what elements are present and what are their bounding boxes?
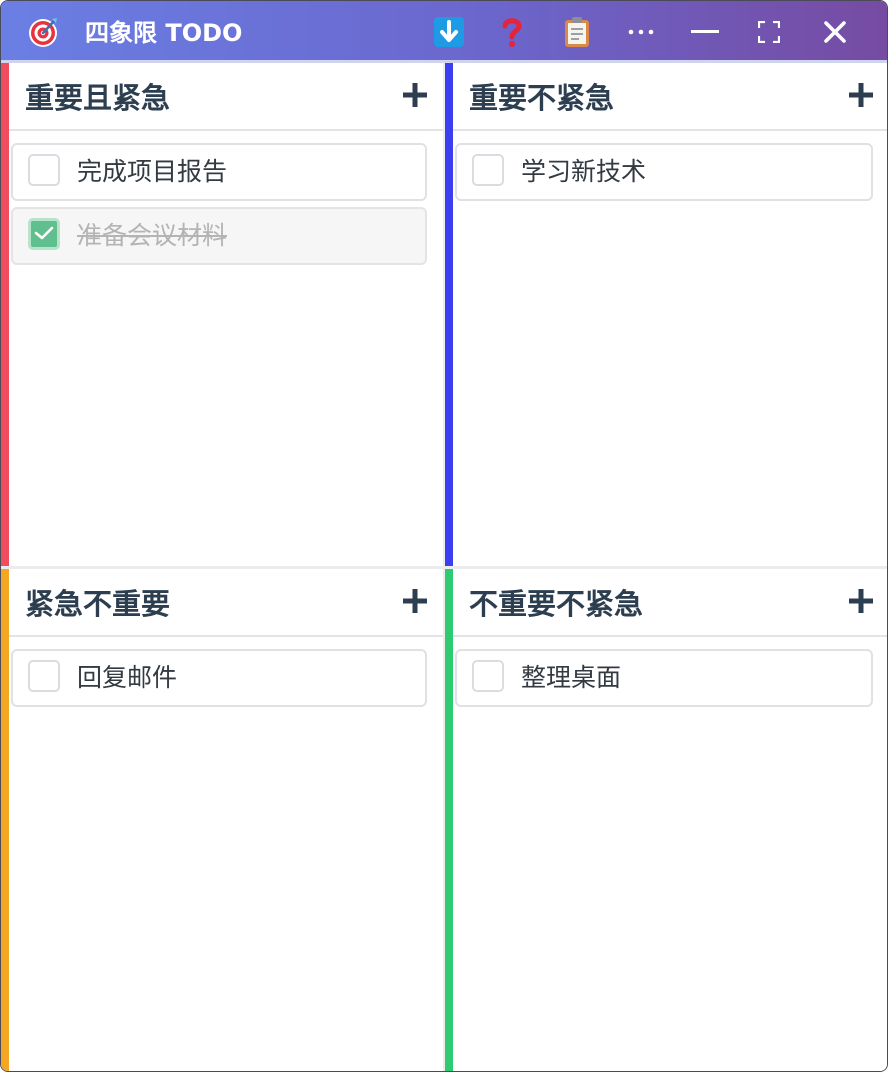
close-icon: [823, 20, 847, 44]
window-title: 四象限 TODO: [85, 19, 243, 47]
task-list: 整理桌面: [453, 649, 887, 713]
more-icon: [628, 28, 654, 36]
question-icon: [499, 16, 525, 48]
minimize-icon: [691, 30, 719, 34]
task-checkbox[interactable]: [472, 660, 504, 692]
quadrant-urgent-not-important: 紧急不重要 回复邮件: [1, 569, 443, 1071]
quadrant-title: 不重要不紧急: [469, 587, 644, 621]
quadrant-grid: 重要且紧急 完成项目报告 准备会议材料 重要不紧急 学习新技术 紧急不重要 回复…: [1, 63, 887, 1071]
download-icon: [433, 16, 465, 48]
task-list: 学习新技术: [453, 143, 887, 207]
quadrant-header: 不重要不紧急: [453, 569, 887, 637]
clipboard-button[interactable]: [560, 15, 594, 49]
quadrant-not-urgent-not-important: 不重要不紧急 整理桌面: [445, 569, 887, 1071]
title-bar[interactable]: 四象限 TODO: [1, 1, 887, 63]
task-item[interactable]: 学习新技术: [455, 143, 873, 201]
task-item[interactable]: 整理桌面: [455, 649, 873, 707]
quadrant-important-not-urgent: 重要不紧急 学习新技术: [445, 63, 887, 566]
check-icon: [34, 226, 54, 240]
quadrant-title: 重要不紧急: [469, 81, 615, 115]
task-text: 学习新技术: [521, 157, 647, 186]
fullscreen-icon: [758, 21, 780, 43]
plus-icon: [849, 83, 873, 111]
add-task-button[interactable]: [845, 81, 877, 113]
quadrant-urgent-important: 重要且紧急 完成项目报告 准备会议材料: [1, 63, 443, 566]
task-item[interactable]: 完成项目报告: [11, 143, 427, 201]
quadrant-title: 重要且紧急: [25, 81, 171, 115]
target-icon: [27, 16, 59, 48]
quadrant-color-bar: [1, 63, 9, 566]
task-checkbox[interactable]: [28, 218, 60, 250]
quadrant-color-bar: [445, 569, 453, 1071]
task-item[interactable]: 回复邮件: [11, 649, 427, 707]
fullscreen-button[interactable]: [752, 15, 786, 49]
task-checkbox[interactable]: [28, 660, 60, 692]
help-button[interactable]: [495, 15, 529, 49]
minimize-button[interactable]: [688, 15, 722, 49]
add-task-button[interactable]: [845, 587, 877, 619]
task-list: 回复邮件: [9, 649, 443, 713]
clipboard-icon: [564, 16, 590, 48]
task-text: 准备会议材料: [77, 221, 228, 250]
quadrant-header: 重要不紧急: [453, 63, 887, 131]
add-task-button[interactable]: [399, 587, 431, 619]
quadrant-header: 紧急不重要: [9, 569, 443, 637]
quadrant-color-bar: [445, 63, 453, 566]
task-list: 完成项目报告 准备会议材料: [9, 143, 443, 271]
quadrant-title: 紧急不重要: [25, 587, 171, 621]
task-text: 完成项目报告: [77, 157, 228, 186]
task-text: 回复邮件: [77, 663, 178, 692]
app-window: 四象限 TODO 重要且紧急 完成项目报告 准备会议材料 重要不紧急 学习新技术…: [0, 0, 888, 1072]
plus-icon: [403, 83, 427, 111]
download-button[interactable]: [432, 15, 466, 49]
plus-icon: [403, 589, 427, 617]
quadrant-header: 重要且紧急: [9, 63, 443, 131]
add-task-button[interactable]: [399, 81, 431, 113]
quadrant-color-bar: [1, 569, 9, 1071]
task-checkbox[interactable]: [28, 154, 60, 186]
plus-icon: [849, 589, 873, 617]
task-item[interactable]: 准备会议材料: [11, 207, 427, 265]
task-checkbox[interactable]: [472, 154, 504, 186]
close-button[interactable]: [818, 15, 852, 49]
task-text: 整理桌面: [521, 663, 622, 692]
more-button[interactable]: [624, 15, 658, 49]
